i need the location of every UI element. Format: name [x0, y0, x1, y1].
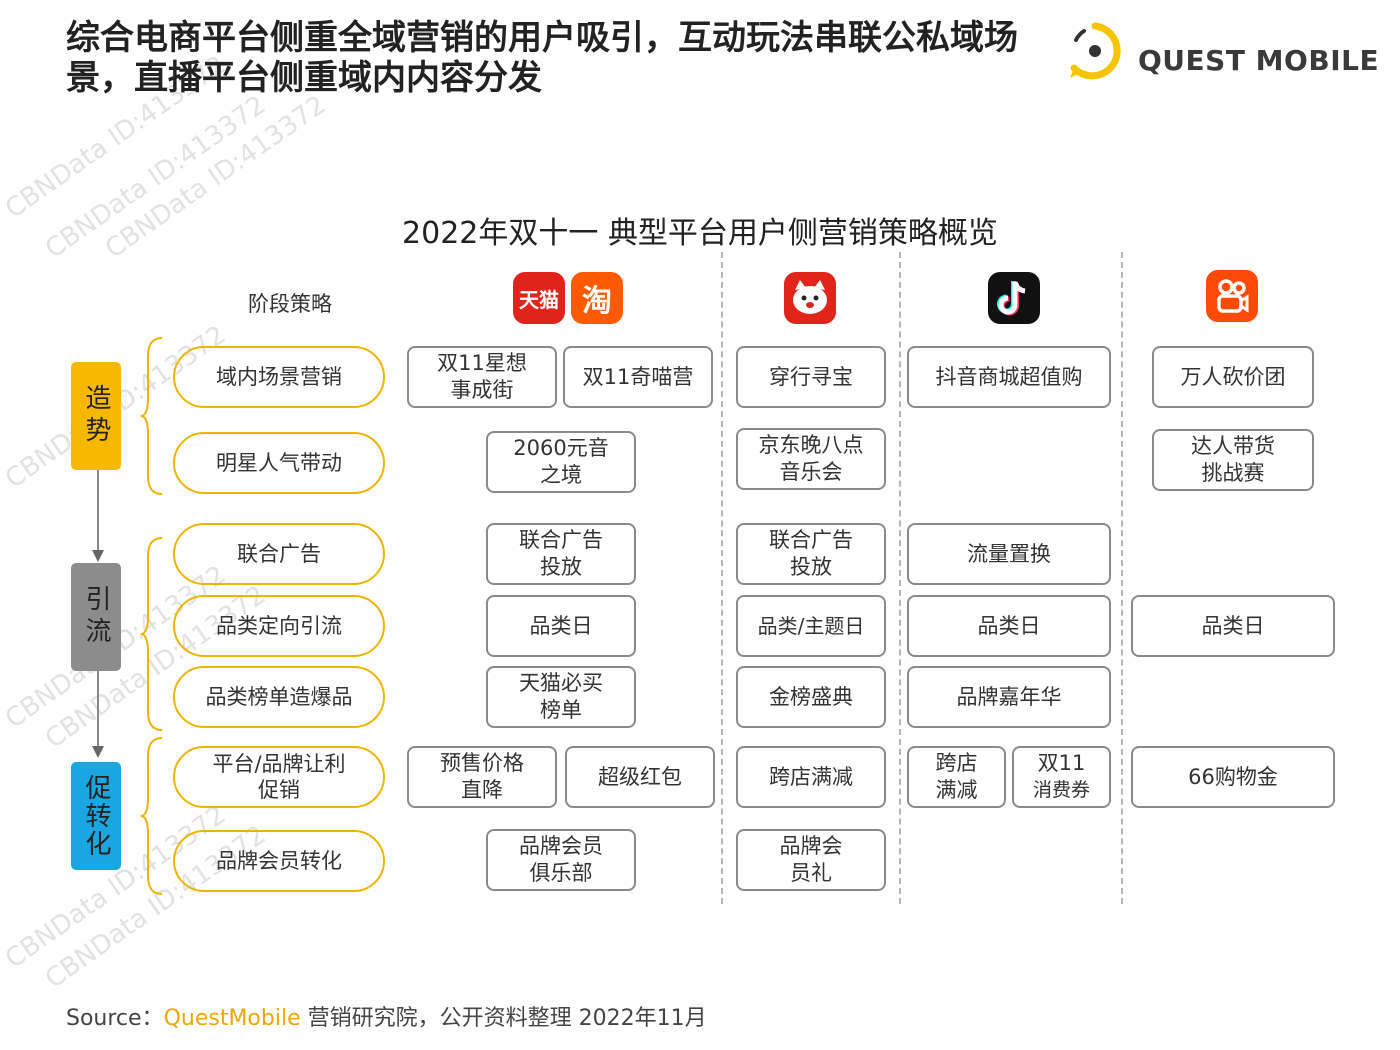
stage-bracket [140, 537, 163, 731]
strategy-cell: 品类日 [1131, 595, 1335, 657]
strategy-cell: 双11奇喵营 [563, 346, 713, 408]
strategy-pill: 联合广告 [173, 523, 385, 585]
strategy-pill: 品类榜单造爆品 [173, 666, 385, 728]
strategy-cell: 跨店满减 [907, 746, 1006, 808]
strategy-cell: 天猫必买榜单 [486, 666, 636, 728]
brand-logo-text: QUEST MOBILE [1138, 44, 1380, 77]
strategy-cell: 万人砍价团 [1152, 346, 1314, 408]
strategy-pill: 域内场景营销 [173, 346, 385, 408]
strategy-cell: 达人带货挑战赛 [1152, 429, 1314, 491]
strategy-pill: 品类定向引流 [173, 595, 385, 657]
stage-traffic: 引流 [71, 563, 121, 671]
tmall-icon-label: 天猫 [519, 287, 559, 312]
cell-main-text: 双11 [1037, 751, 1086, 775]
strategy-pill: 明星人气带动 [173, 432, 385, 494]
strategy-cell: 穿行寻宝 [736, 346, 886, 408]
strategy-cell: 66购物金 [1131, 746, 1335, 808]
strategy-cell: 双11星想事成街 [407, 346, 557, 408]
source-brand: QuestMobile [163, 1006, 301, 1031]
strategy-cell: 2060元音之境 [486, 431, 636, 493]
diagram-title: 2022年双十一 典型平台用户侧营销策略概览 [402, 216, 998, 251]
strategy-cell: 超级红包 [565, 746, 715, 808]
strategy-cell: 抖音商城超值购 [907, 346, 1111, 408]
strategy-cell: 流量置换 [907, 523, 1111, 585]
page-headline: 综合电商平台侧重全域营销的用户吸引，互动玩法串联公私域场景，直播平台侧重域内内容… [66, 18, 1018, 98]
taobao-icon: 淘 [571, 272, 623, 324]
strategy-cell: 金榜盛典 [736, 666, 886, 728]
kuaishou-icon [1206, 270, 1258, 322]
stage-bracket [140, 337, 163, 495]
strategy-cell: 品类日 [486, 595, 636, 657]
quest-mobile-logo-icon [1070, 22, 1121, 80]
strategy-cell: 联合广告投放 [736, 523, 886, 585]
strategy-cell: 跨店满减 [736, 746, 886, 808]
strategy-cell: 联合广告投放 [486, 523, 636, 585]
stage-label: 引流 [81, 585, 111, 649]
strategy-cell: 品类日 [907, 595, 1111, 657]
strategy-cell: 京东晚八点音乐会 [736, 428, 886, 490]
stage-label: 造势 [81, 384, 111, 448]
column-divider [899, 252, 901, 904]
cell-sub-text: 消费券 [1032, 779, 1090, 801]
stage-strategy-header: 阶段策略 [248, 292, 332, 316]
strategy-cell: 预售价格直降 [407, 746, 557, 808]
source-note: Source：QuestMobile 营销研究院，公开资料整理 2022年11月 [66, 1000, 707, 1032]
douyin-icon [988, 272, 1040, 324]
source-suffix: 营销研究院，公开资料整理 2022年11月 [300, 1006, 707, 1031]
stage-bracket [140, 737, 163, 895]
strategy-cell: 品牌嘉年华 [907, 666, 1111, 728]
strategy-pill: 平台/品牌让利促销 [173, 746, 385, 808]
strategy-pill: 品牌会员转化 [173, 830, 385, 892]
source-prefix: Source： [66, 1006, 164, 1031]
stage-arrow-icon [92, 468, 104, 562]
strategy-cell: 品类/主题日 [736, 595, 886, 657]
tmall-icon: 天猫 [513, 272, 565, 324]
stage-conversion: 促转化 [71, 762, 121, 870]
stage-buildup: 造势 [71, 362, 121, 470]
stage-label: 促转化 [81, 774, 111, 858]
jd-icon [784, 272, 836, 324]
column-divider [1121, 252, 1123, 904]
stage-arrow-icon [92, 668, 104, 758]
strategy-cell: 品牌会员礼 [736, 829, 886, 891]
strategy-cell: 双11 消费券 [1012, 746, 1111, 808]
strategy-cell: 品牌会员俱乐部 [486, 829, 636, 891]
taobao-icon-label: 淘 [582, 284, 612, 319]
column-divider [721, 252, 723, 904]
